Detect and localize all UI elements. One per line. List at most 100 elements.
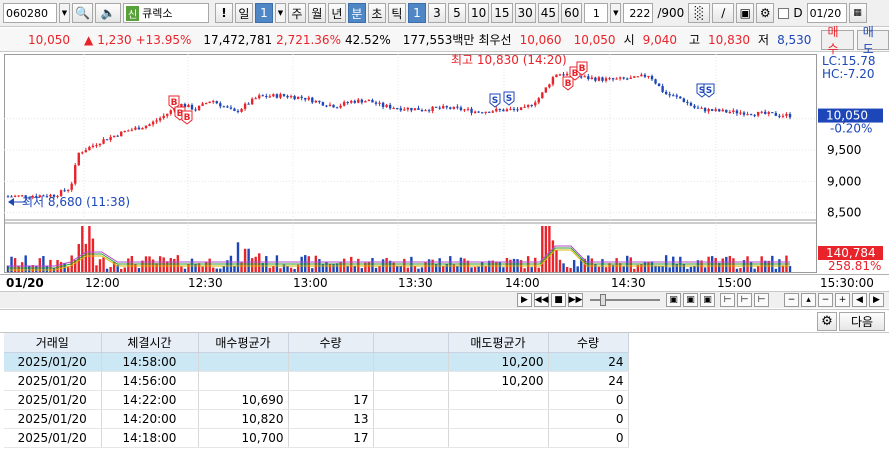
minute-5-button[interactable]: 5 bbox=[447, 3, 466, 23]
stock-name-field[interactable]: 신 큐렉소 bbox=[122, 3, 209, 23]
candle bbox=[739, 112, 742, 114]
period-dropdown[interactable]: ▼ bbox=[274, 3, 286, 23]
stop-button[interactable]: ■ bbox=[551, 293, 566, 307]
next-button[interactable]: 다음 bbox=[839, 312, 885, 331]
minute-1-button[interactable]: 1 bbox=[407, 3, 426, 23]
date-input[interactable]: 01/20 bbox=[806, 3, 847, 23]
axis-button-3[interactable]: ⊢ bbox=[754, 293, 769, 307]
period-day-button[interactable]: 일 bbox=[234, 3, 253, 23]
table-header-row: 거래일 체결시간 매수평균가 수량 매도평균가 수량 bbox=[4, 333, 629, 353]
chart-scroll-bar[interactable]: ▶ ◀◀ ■ ▶▶ ▣ ▣ ▣ ⊢ ⊢ ⊢ − ▴ − + ◀ ▶ bbox=[0, 291, 889, 308]
x-label-date: 01/20 bbox=[6, 276, 44, 290]
table-row[interactable]: 2025/01/20 14:18:00 10,700 17 0 bbox=[4, 428, 629, 448]
save-button[interactable]: ▣ bbox=[736, 3, 755, 23]
settings-button[interactable]: ⚙ bbox=[756, 3, 775, 23]
volume-bar bbox=[339, 261, 342, 272]
trade-settings-button[interactable]: ⚙ bbox=[817, 312, 837, 331]
table-row[interactable]: 2025/01/20 14:56:00 10,200 24 bbox=[4, 371, 629, 391]
floppy-icon: ▣ bbox=[739, 6, 751, 20]
candle bbox=[127, 130, 130, 132]
zoom-in-button[interactable]: + bbox=[835, 293, 850, 307]
period-month-button[interactable]: 월 bbox=[307, 3, 326, 23]
volume-bar bbox=[137, 268, 141, 272]
forward-button[interactable]: ▶▶ bbox=[568, 293, 583, 307]
candle-type-button[interactable]: ░ bbox=[688, 3, 711, 23]
buy-button[interactable]: 매수 bbox=[821, 25, 854, 56]
col-buy-qty[interactable]: 수량 bbox=[288, 333, 374, 353]
rewind-button[interactable]: ◀◀ bbox=[534, 293, 549, 307]
volume-bar bbox=[385, 257, 388, 272]
minimize-chart-button[interactable]: − bbox=[784, 293, 799, 307]
volume-bar bbox=[562, 263, 565, 272]
minute-30-button[interactable]: 30 bbox=[514, 3, 536, 23]
play-button[interactable]: ▶ bbox=[517, 293, 532, 307]
col-trade-date[interactable]: 거래일 bbox=[4, 333, 102, 353]
period-number-field[interactable]: 1 bbox=[254, 3, 273, 23]
volume-pct-label: 258.81% bbox=[828, 259, 881, 273]
table-row[interactable]: 2025/01/20 14:22:00 10,690 17 0 bbox=[4, 390, 629, 410]
scroll-right-button[interactable]: ▶ bbox=[869, 293, 884, 307]
chart-layout-button-1[interactable]: ▣ bbox=[666, 293, 681, 307]
price-chart-area[interactable]: 10,0009,5009,0008,500BBBBBBSSSS최고 10,830… bbox=[4, 54, 884, 290]
period-year-button[interactable]: 년 bbox=[327, 3, 346, 23]
volume-bar bbox=[739, 267, 742, 272]
collapse-chart-button[interactable]: ▴ bbox=[801, 293, 816, 307]
candle bbox=[424, 110, 427, 112]
sell-button[interactable]: 매도 bbox=[856, 25, 889, 56]
zoom-out-button[interactable]: − bbox=[818, 293, 833, 307]
candle bbox=[212, 101, 215, 103]
volume-bar bbox=[335, 263, 339, 272]
axis-button-2[interactable]: ⊢ bbox=[737, 293, 752, 307]
table-row[interactable]: 2025/01/20 14:20:00 10,820 13 0 bbox=[4, 409, 629, 429]
volume-bar bbox=[565, 266, 569, 272]
minute-60-button[interactable]: 60 bbox=[561, 3, 583, 23]
search-button[interactable]: 🔍 bbox=[72, 3, 93, 23]
sound-button[interactable]: 🔈 bbox=[94, 3, 121, 23]
col-exec-time[interactable]: 체결시간 bbox=[101, 333, 199, 353]
candle bbox=[130, 129, 134, 131]
candle bbox=[597, 77, 601, 81]
period-second-button[interactable]: 초 bbox=[367, 3, 386, 23]
scroll-left-button[interactable]: ◀ bbox=[852, 293, 867, 307]
candle bbox=[197, 105, 201, 111]
col-sell-avg[interactable]: 매도평균가 bbox=[448, 333, 549, 353]
table-cell: 14:22:00 bbox=[101, 390, 199, 410]
trade-list-header: ⚙ 다음 bbox=[0, 309, 889, 333]
date-checkbox[interactable] bbox=[778, 7, 790, 19]
alert-button[interactable]: ! bbox=[214, 3, 233, 23]
minute-45-button[interactable]: 45 bbox=[537, 3, 560, 23]
volume-bar bbox=[173, 258, 176, 272]
table-cell: 13 bbox=[288, 409, 374, 429]
zoom-slider-handle[interactable] bbox=[600, 294, 606, 306]
candle bbox=[640, 74, 643, 77]
calendar-button[interactable]: ▦ bbox=[848, 3, 867, 23]
interval-input[interactable]: 1 bbox=[584, 3, 609, 23]
minute-15-button[interactable]: 15 bbox=[491, 3, 513, 23]
period-tick-button[interactable]: 틱 bbox=[387, 3, 406, 23]
candle bbox=[109, 136, 112, 140]
stock-code-input[interactable]: 060280 bbox=[3, 3, 57, 23]
col-sell-qty[interactable]: 수량 bbox=[548, 333, 629, 353]
chart-layout-button-3[interactable]: ▣ bbox=[700, 293, 715, 307]
period-week-button[interactable]: 주 bbox=[287, 3, 306, 23]
chevron-left-icon: ◀ bbox=[856, 295, 863, 305]
stock-code-dropdown[interactable]: ▼ bbox=[59, 3, 70, 23]
interval-dropdown[interactable]: ▼ bbox=[610, 3, 622, 23]
volume-bar bbox=[194, 263, 197, 272]
volume-bar bbox=[162, 257, 165, 272]
table-row[interactable]: 2025/01/20 14:58:00 10,200 24 bbox=[4, 352, 629, 372]
chart-layout-button-2[interactable]: ▣ bbox=[683, 293, 698, 307]
draw-tool-button[interactable]: ∕ bbox=[712, 3, 735, 23]
price-chart[interactable]: 10,0009,5009,0008,500BBBBBBSSSS최고 10,830… bbox=[4, 54, 884, 290]
stock-name: 큐렉소 bbox=[142, 7, 173, 20]
candle bbox=[367, 99, 371, 102]
period-minute-button[interactable]: 분 bbox=[347, 3, 366, 23]
count-input[interactable]: 222 bbox=[623, 3, 654, 23]
stock-code-value: 060280 bbox=[6, 6, 48, 20]
minute-3-button[interactable]: 3 bbox=[427, 3, 446, 23]
minute-10-button[interactable]: 10 bbox=[467, 3, 490, 23]
candle bbox=[346, 101, 349, 103]
candle bbox=[664, 91, 668, 95]
col-buy-avg[interactable]: 매수평균가 bbox=[198, 333, 289, 353]
axis-button-1[interactable]: ⊢ bbox=[720, 293, 735, 307]
